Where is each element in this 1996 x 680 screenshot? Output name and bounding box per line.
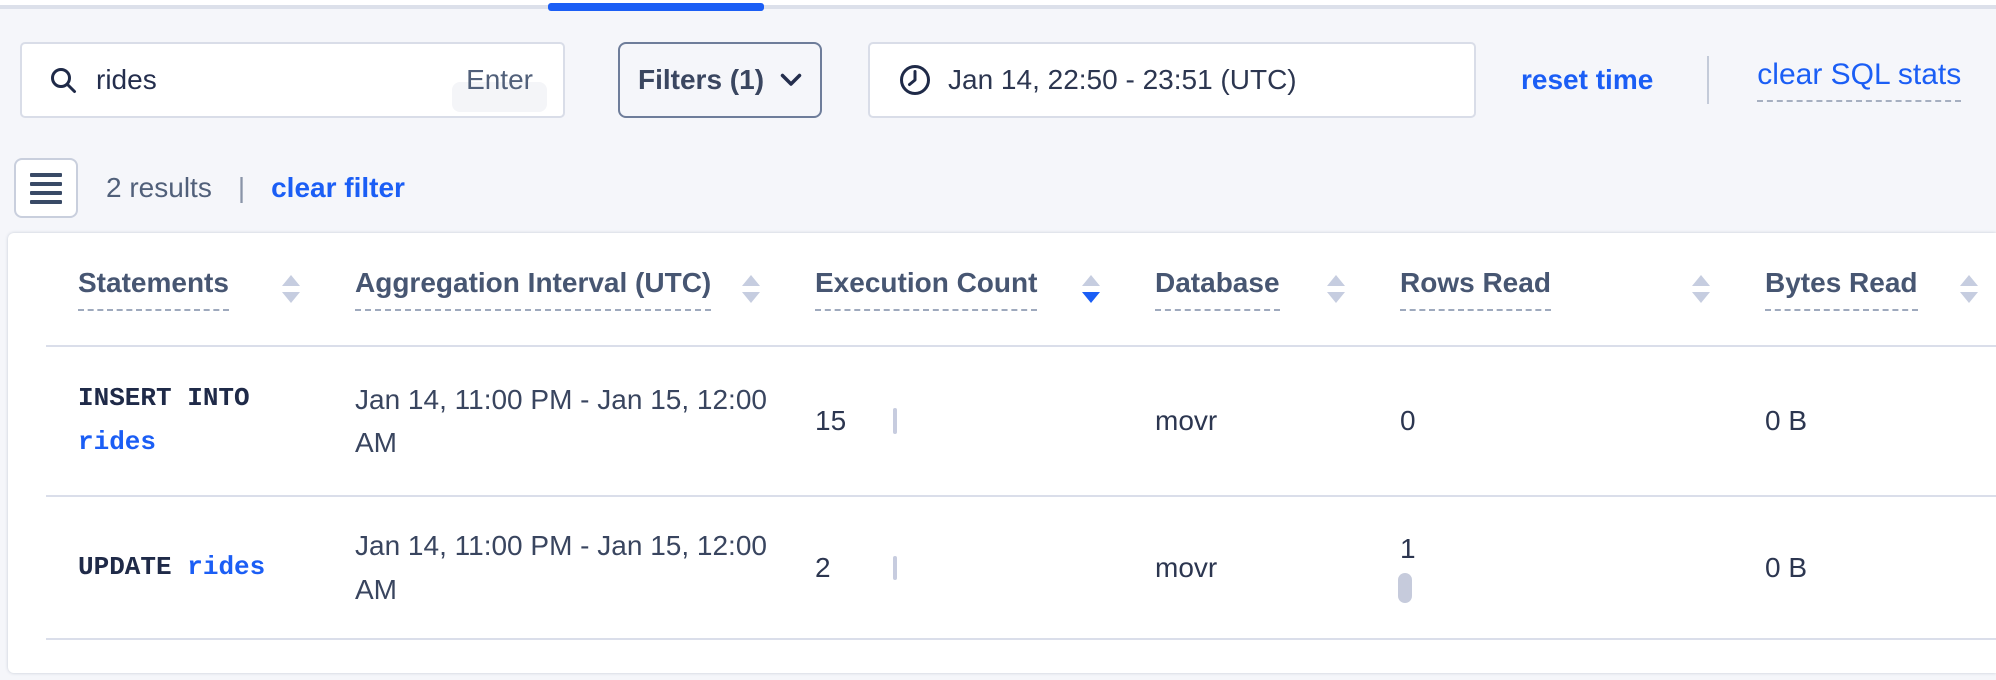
row-divider [46, 638, 1996, 640]
sort-arrows-icon [1327, 275, 1345, 303]
results-count: 2 results [106, 172, 212, 204]
column-header-execution-count[interactable]: Execution Count [815, 267, 1155, 311]
results-separator: | [238, 172, 245, 204]
column-header-bytes-read[interactable]: Bytes Read [1765, 267, 1996, 311]
list-view-button[interactable] [14, 158, 78, 218]
sort-arrows-icon [282, 275, 300, 303]
time-range-label: Jan 14, 22:50 - 23:51 (UTC) [948, 64, 1297, 96]
sort-arrows-icon-desc-active [1082, 275, 1100, 303]
rows-read-bar [1398, 573, 1412, 603]
results-bar: 2 results | clear filter [14, 158, 405, 218]
statements-table-card: Statements Aggregation Interval (UTC) Ex… [8, 233, 1996, 673]
aggregation-interval-cell: Jan 14, 11:00 PM - Jan 15, 12:00 AM [355, 378, 815, 465]
reset-time-link[interactable]: reset time [1521, 64, 1653, 96]
sort-arrows-icon [1960, 275, 1978, 303]
toolbar: Enter Filters (1) Jan 14, 22:50 - 23:51 … [20, 42, 1996, 118]
statement-cell: UPDATE rides [78, 546, 355, 590]
column-header-database[interactable]: Database [1155, 267, 1400, 311]
sort-arrows-icon [1692, 275, 1710, 303]
statement-keyword: INSERT INTO [78, 383, 250, 413]
database-cell: movr [1155, 405, 1400, 437]
table-row: INSERT INTO rides Jan 14, 11:00 PM - Jan… [8, 347, 1996, 495]
execution-count-cell: 15 [815, 405, 1155, 437]
bytes-read-cell: 0 B [1765, 552, 1996, 584]
column-header-statements[interactable]: Statements [78, 267, 355, 311]
statement-link[interactable]: rides [187, 552, 265, 582]
chevron-down-icon [780, 73, 802, 87]
active-tab-underline[interactable] [548, 3, 764, 11]
statement-cell: INSERT INTO rides [78, 377, 355, 464]
statement-keyword: UPDATE [78, 552, 172, 582]
time-range-picker[interactable]: Jan 14, 22:50 - 23:51 (UTC) [868, 42, 1476, 118]
enter-hint: Enter [462, 64, 537, 96]
list-icon [30, 173, 62, 204]
table-header-row: Statements Aggregation Interval (UTC) Ex… [8, 233, 1996, 345]
rows-read-cell: 0 [1400, 405, 1765, 437]
column-header-rows-read[interactable]: Rows Read [1400, 267, 1765, 311]
bytes-read-cell: 0 B [1765, 405, 1996, 437]
search-box[interactable]: Enter [20, 42, 565, 118]
clear-sql-stats-link[interactable]: clear SQL stats [1757, 58, 1961, 102]
toolbar-divider [1707, 56, 1709, 104]
column-header-aggregation-interval[interactable]: Aggregation Interval (UTC) [355, 267, 815, 311]
search-input[interactable] [96, 64, 462, 96]
execution-count-bar [893, 556, 897, 580]
statement-link[interactable]: rides [78, 427, 156, 457]
clear-filter-link[interactable]: clear filter [271, 172, 405, 204]
rows-read-cell: 1 [1400, 533, 1765, 603]
table-row: UPDATE rides Jan 14, 11:00 PM - Jan 15, … [8, 497, 1996, 638]
tab-track [0, 5, 1996, 9]
execution-count-bar [893, 408, 897, 434]
execution-count-cell: 2 [815, 552, 1155, 584]
aggregation-interval-cell: Jan 14, 11:00 PM - Jan 15, 12:00 AM [355, 524, 815, 611]
filters-button[interactable]: Filters (1) [618, 42, 822, 118]
clock-icon [898, 63, 932, 97]
database-cell: movr [1155, 552, 1400, 584]
sort-arrows-icon [742, 275, 760, 303]
filters-button-label: Filters (1) [638, 64, 764, 96]
search-icon [48, 65, 78, 95]
